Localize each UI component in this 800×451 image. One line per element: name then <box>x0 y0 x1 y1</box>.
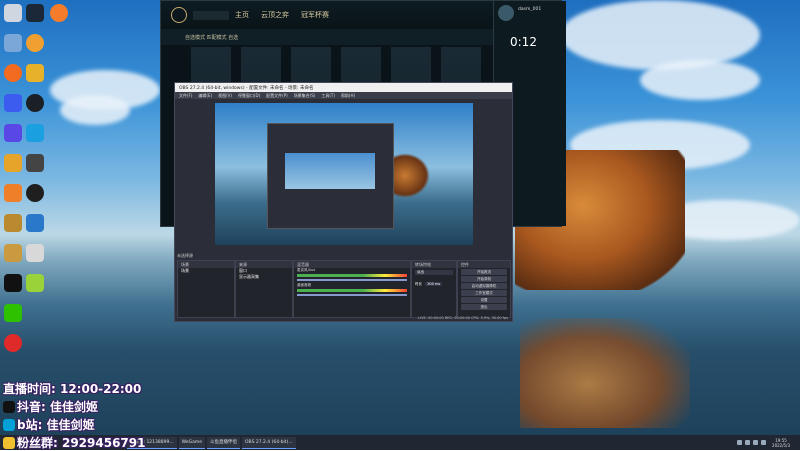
tray-icon[interactable] <box>737 440 743 445</box>
duration-input[interactable]: 300 ms <box>425 282 443 286</box>
tray-icon[interactable] <box>753 440 759 445</box>
controls-header: 控件 <box>458 261 510 268</box>
taskbar-app[interactable]: OBS 27.2.4 (64-bit)... <box>242 436 296 449</box>
exit-button[interactable]: 退出 <box>461 304 507 310</box>
overlay-live-time: 直播时间: 12:00-22:00 <box>3 382 142 396</box>
clock[interactable]: 19:55 2022/5/3 <box>772 438 790 448</box>
taskbar-app[interactable]: WeGame <box>178 436 206 449</box>
clock-date: 2022/5/3 <box>772 442 790 448</box>
wechat-icon[interactable] <box>4 304 22 322</box>
tray-icon[interactable] <box>761 440 767 445</box>
obs-window[interactable]: OBS 27.2.4 (64-bit, windows) - 配置文件: 未命名… <box>174 82 513 322</box>
app-dark-icon[interactable] <box>26 94 44 112</box>
app-blue-icon[interactable] <box>4 94 22 112</box>
overlay-bilibili-text: b站: 佳佳剑姬 <box>17 418 95 432</box>
system-tray <box>737 440 767 445</box>
obs-menu-bar: 文件(F) 编辑(E) 视图(V) 停靠窗口(D) 配置文件(P) 场景集合(S… <box>175 92 512 99</box>
mixer-meter <box>297 289 407 292</box>
app-orange2-icon[interactable] <box>4 184 22 202</box>
overlay-bilibili: b站: 佳佳剑姬 <box>3 416 95 433</box>
app-cyan-icon[interactable] <box>26 124 44 142</box>
taskbar-app[interactable]: 斗鱼直播伴侣 <box>207 436 241 449</box>
obs-status-label: 未选择源 <box>177 253 193 258</box>
app-purple-icon[interactable] <box>4 124 22 142</box>
obs-footer: LIVE: 00:00:00 REC: 00:00:00 CPU: 3.9%, … <box>418 316 508 320</box>
obs-icon[interactable] <box>26 184 44 202</box>
nav-tft[interactable]: 云顶之弈 <box>261 10 289 20</box>
menu-item[interactable]: 编辑(E) <box>198 93 212 99</box>
start-streaming-button[interactable]: 开始推流 <box>461 269 507 275</box>
obs-preview[interactable] <box>215 103 473 245</box>
mixer-track-label: 麦克风/Aux <box>297 268 316 272</box>
lol2-icon[interactable] <box>26 214 44 232</box>
scenes-dock: 场景 场景 <box>177 260 235 318</box>
mixer-fader[interactable] <box>297 294 407 296</box>
duration-label: 时长 <box>415 282 422 286</box>
mixer-meter <box>297 274 407 277</box>
overlay-fan-group: 粉丝群: 2929456791 <box>3 434 145 451</box>
menu-item[interactable]: 配置文件(P) <box>266 93 288 99</box>
queue-timer: 0:12 <box>510 35 537 49</box>
start-recording-button[interactable]: 开始录制 <box>461 276 507 282</box>
recycle-bin-icon[interactable] <box>4 4 22 22</box>
lol3-icon[interactable] <box>4 244 22 262</box>
transitions-dock: 转场特效 淡出 时长 300 ms <box>411 260 457 318</box>
sources-dock: 来源 窗口 显示器采集 <box>235 260 293 318</box>
scene-item[interactable]: 场景 <box>178 268 234 274</box>
transitions-header: 转场特效 <box>412 261 456 268</box>
app-gray-icon[interactable] <box>26 154 44 172</box>
transition-select[interactable]: 淡出 <box>415 270 453 275</box>
overlay-fan-group-text: 粉丝群: 2929456791 <box>17 436 146 450</box>
studio-mode-button[interactable]: 工作室模式 <box>461 290 507 296</box>
mixer-dock: 混音器 麦克风/Aux 桌面音频 <box>293 260 411 318</box>
mixer-fader[interactable] <box>297 279 407 281</box>
tray-icon[interactable] <box>745 440 751 445</box>
lol-search-box[interactable] <box>193 10 229 20</box>
menu-item[interactable]: 帮助(H) <box>341 93 355 99</box>
app-swirl-icon[interactable] <box>4 64 22 82</box>
mixer-header: 混音器 <box>294 261 410 268</box>
app-yellow-icon[interactable] <box>26 64 44 82</box>
shield-icon[interactable] <box>26 34 44 52</box>
bilibili-icon <box>3 419 15 431</box>
app-lime-icon[interactable] <box>26 274 44 292</box>
mixer-track-label: 桌面音频 <box>297 283 311 287</box>
controls-dock: 控件 开始推流 开始录制 启动虚拟摄像机 工作室模式 设置 退出 <box>457 260 511 318</box>
username: dasm_001 <box>518 7 542 12</box>
qq-icon <box>3 437 15 449</box>
source-item[interactable]: 显示器采集 <box>236 274 292 280</box>
app-white-icon[interactable] <box>26 244 44 262</box>
overlay-douyin-text: 抖音: 佳佳剑姬 <box>17 400 98 414</box>
app-gold-icon[interactable] <box>4 154 22 172</box>
lol-logo-icon[interactable] <box>171 7 187 23</box>
obs-title-bar: OBS 27.2.4 (64-bit, windows) - 配置文件: 未命名… <box>175 83 512 92</box>
pc-icon[interactable] <box>4 34 22 52</box>
scenes-header: 场景 <box>178 261 234 268</box>
app-orange-icon[interactable] <box>50 4 68 22</box>
capcut-icon[interactable] <box>4 274 22 292</box>
menu-item[interactable]: 停靠窗口(D) <box>238 93 260 99</box>
menu-item[interactable]: 文件(F) <box>179 93 192 99</box>
overlay-douyin: 抖音: 佳佳剑姬 <box>3 398 98 415</box>
steam-icon[interactable] <box>26 4 44 22</box>
menu-item[interactable]: 工具(T) <box>321 93 335 99</box>
nav-clash[interactable]: 冠军杯赛 <box>301 10 329 20</box>
app-red-icon[interactable] <box>4 334 22 352</box>
menu-item[interactable]: 场景集合(S) <box>294 93 316 99</box>
nav-home[interactable]: 主页 <box>235 10 249 20</box>
lol-icon[interactable] <box>4 214 22 232</box>
sea-rock-reflection <box>520 318 690 428</box>
virtual-camera-button[interactable]: 启动虚拟摄像机 <box>461 283 507 289</box>
menu-item[interactable]: 视图(V) <box>218 93 232 99</box>
avatar[interactable] <box>498 5 514 21</box>
douyin-icon <box>3 401 15 413</box>
sources-header: 来源 <box>236 261 292 268</box>
settings-button[interactable]: 设置 <box>461 297 507 303</box>
